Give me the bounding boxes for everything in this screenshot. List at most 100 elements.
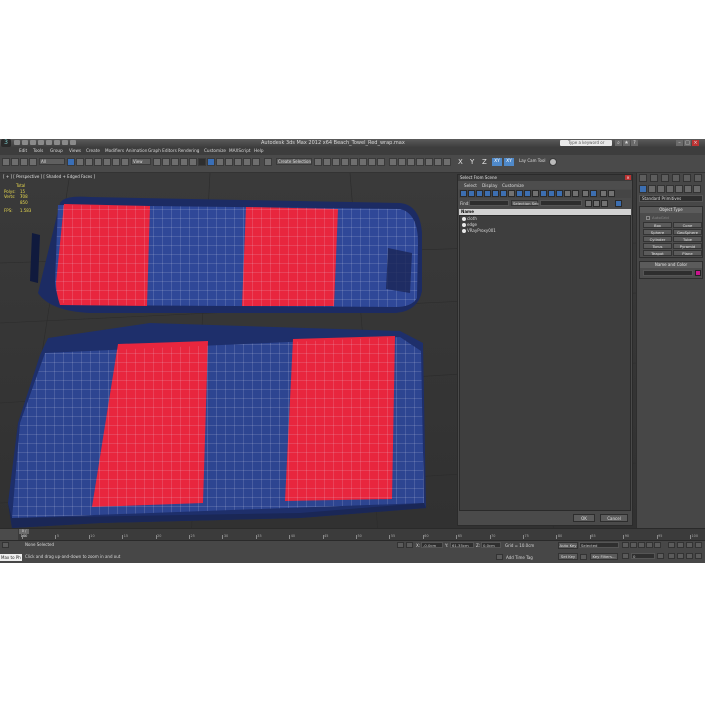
geometry-icon[interactable]	[639, 185, 647, 193]
play-icon[interactable]	[638, 542, 645, 548]
y-coord-field[interactable]: 61.35cm	[450, 542, 474, 548]
undo-icon[interactable]	[38, 140, 44, 145]
auto-key-button[interactable]: Auto Key	[558, 542, 578, 549]
named-selection-icon[interactable]	[264, 158, 272, 166]
move-icon[interactable]	[103, 158, 111, 166]
zoom-all-icon[interactable]	[677, 542, 684, 548]
display-shapes-icon[interactable]	[468, 190, 475, 197]
new-file-icon[interactable]	[14, 140, 20, 145]
search-icon[interactable]: ⌕	[615, 140, 622, 146]
display-all-icon[interactable]	[556, 190, 563, 197]
mini-listener-icon[interactable]	[2, 542, 9, 548]
primitive-category-dropdown[interactable]: Standard Primitives	[639, 195, 703, 202]
graphite-ribbon-icon[interactable]	[252, 158, 260, 166]
named-selection-dropdown[interactable]: Create Selection	[276, 158, 312, 165]
sync-selection-icon[interactable]	[582, 190, 589, 197]
set-key-button[interactable]: Set Key	[558, 553, 578, 560]
dialog-menu-select[interactable]: Select	[464, 183, 477, 188]
menu-maxscript[interactable]: MAXScript	[229, 148, 251, 153]
selection-set-remove-icon[interactable]	[593, 200, 600, 207]
menu-customize[interactable]: Customize	[204, 148, 226, 153]
reference-coordinate-dropdown[interactable]: View	[131, 158, 151, 165]
snaps-toggle-icon[interactable]	[180, 158, 188, 166]
redo-icon[interactable]	[11, 158, 19, 166]
pyramid-button[interactable]: Pyramid	[673, 243, 702, 249]
menu-views[interactable]: Views	[69, 148, 81, 153]
display-lights-icon[interactable]	[476, 190, 483, 197]
render-setup-icon[interactable]	[341, 158, 349, 166]
edit-named-selection-icon[interactable]	[216, 158, 224, 166]
display-bones-icon[interactable]	[524, 190, 531, 197]
current-frame-field[interactable]: 0	[631, 553, 655, 559]
tool-icon-5[interactable]	[425, 158, 433, 166]
activeshade-icon[interactable]	[377, 158, 385, 166]
track-bar-toggle-icon[interactable]	[0, 529, 18, 540]
object-name-input[interactable]	[643, 270, 693, 276]
redo-icon[interactable]	[46, 140, 52, 145]
absolute-mode-icon[interactable]	[406, 542, 413, 548]
lights-icon[interactable]	[657, 185, 665, 193]
shapes-icon[interactable]	[648, 185, 656, 193]
timeline[interactable]: 0 / 100 0 5 10 15 20 25 30 35 40 45 50 55 60 65 70 75 80…	[0, 528, 705, 540]
sphere-button[interactable]: Sphere	[643, 229, 672, 235]
time-configuration-icon[interactable]	[657, 553, 664, 559]
tool-icon-3[interactable]	[407, 158, 415, 166]
zoom-extents-icon[interactable]	[686, 542, 693, 548]
link-icon[interactable]	[20, 158, 28, 166]
layer-manager-icon[interactable]	[243, 158, 251, 166]
tool-icon-1[interactable]	[389, 158, 397, 166]
select-manipulate-icon[interactable]	[162, 158, 170, 166]
go-to-end-icon[interactable]	[654, 542, 661, 548]
menu-tools[interactable]: Tools	[33, 148, 43, 153]
axis-z-button[interactable]: Z	[482, 158, 487, 166]
cone-button[interactable]: Cone	[673, 222, 702, 228]
app-logo-icon[interactable]: 3	[1, 139, 11, 147]
select-dependents-icon[interactable]	[590, 190, 597, 197]
render-production-icon[interactable]	[359, 158, 367, 166]
axis-plane-button[interactable]: XY	[492, 158, 502, 166]
key-mode-dropdown[interactable]: Selected	[579, 542, 619, 548]
pivot-center-icon[interactable]	[153, 158, 161, 166]
select-object-icon[interactable]	[67, 158, 75, 166]
menu-rendering[interactable]: Rendering	[178, 148, 199, 153]
x-coord-field[interactable]: -0.0cm	[421, 542, 443, 548]
key-filters-button[interactable]: Key Filters...	[590, 553, 618, 560]
ok-button[interactable]: OK	[573, 514, 595, 522]
project-folder-icon[interactable]	[70, 140, 76, 145]
cylinder-button[interactable]: Cylinder	[643, 236, 672, 242]
towel-flat-part[interactable]	[8, 323, 426, 528]
angle-snap-icon[interactable]	[189, 158, 197, 166]
display-invert-icon[interactable]	[572, 190, 579, 197]
dialog-menu-display[interactable]: Display	[482, 183, 497, 188]
selection-filter-dropdown[interactable]: All	[39, 158, 65, 165]
menu-animation[interactable]: Animation	[126, 148, 147, 153]
tool-icon-6[interactable]	[434, 158, 442, 166]
select-by-name-icon[interactable]	[76, 158, 84, 166]
display-groups-icon[interactable]	[508, 190, 515, 197]
selection-set-dropdown[interactable]	[540, 200, 582, 206]
add-time-tag[interactable]: Add Time Tag	[506, 555, 533, 560]
save-file-icon[interactable]	[30, 140, 36, 145]
box-button[interactable]: Box	[643, 222, 672, 228]
menu-create[interactable]: Create	[86, 148, 100, 153]
display-cameras-icon[interactable]	[484, 190, 491, 197]
find-input[interactable]	[469, 200, 509, 206]
display-geometry-icon[interactable]	[460, 190, 467, 197]
towel-roll-part[interactable]	[30, 196, 422, 313]
list-item[interactable]: VRayProxy001	[460, 228, 630, 234]
display-containers-icon[interactable]	[532, 190, 539, 197]
display-tab-icon[interactable]	[683, 174, 691, 182]
autogrid-checkbox-box[interactable]	[646, 215, 650, 220]
tool-icon-4[interactable]	[416, 158, 424, 166]
field-of-view-icon[interactable]	[668, 553, 675, 559]
helpers-icon[interactable]	[675, 185, 683, 193]
communication-center-icon[interactable]: ★	[623, 140, 630, 146]
minimize-button[interactable]: –	[676, 140, 683, 146]
filter-icon[interactable]	[600, 190, 607, 197]
cameras-icon[interactable]	[666, 185, 674, 193]
orbit-icon[interactable]	[686, 553, 693, 559]
tool-icon-7[interactable]	[443, 158, 451, 166]
menu-modifiers[interactable]: Modifiers	[105, 148, 124, 153]
next-frame-icon[interactable]	[646, 542, 653, 548]
object-color-swatch[interactable]	[695, 270, 701, 276]
